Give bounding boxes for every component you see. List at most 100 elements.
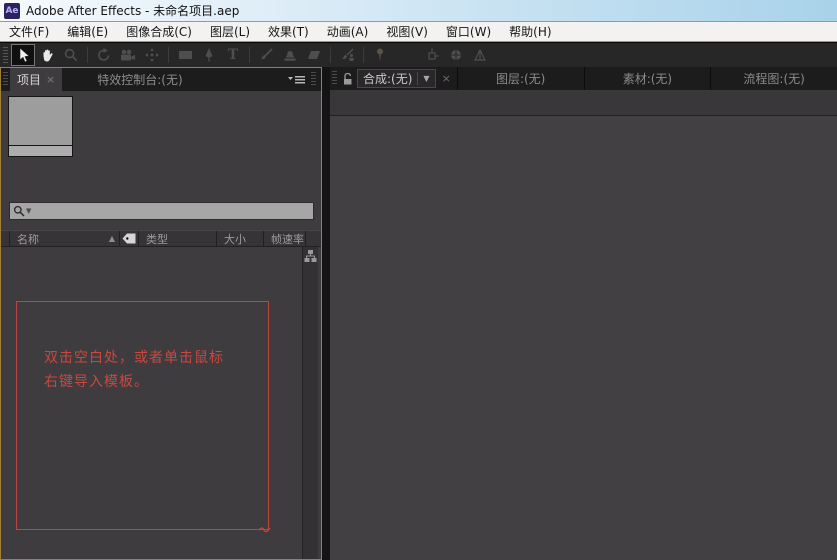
pan-behind-tool[interactable] — [141, 45, 163, 65]
brush-icon — [261, 48, 273, 60]
panel-grip[interactable] — [311, 72, 316, 87]
project-panel-tabstrip: 项目 × 特效控制台:(无) — [1, 68, 321, 91]
axis-local-button[interactable] — [421, 45, 443, 65]
toolbar-grip[interactable] — [3, 47, 8, 63]
toolbar-separator — [249, 47, 250, 63]
eraser-tool[interactable] — [303, 45, 325, 65]
column-label-color[interactable] — [119, 231, 138, 246]
search-icon — [13, 205, 25, 217]
tools-toolbar: T — [0, 42, 837, 67]
annotation-box — [16, 301, 271, 533]
pan-behind-icon — [145, 48, 159, 62]
menu-animation[interactable]: 动画(A) — [318, 22, 378, 41]
magnifier-icon — [64, 48, 78, 62]
camera-tool[interactable] — [117, 45, 139, 65]
flowchart-view-button[interactable] — [304, 249, 317, 268]
column-type[interactable]: 类型 — [138, 231, 216, 246]
panel-menu-button[interactable] — [284, 68, 309, 91]
project-search-bar: ▼ — [9, 202, 314, 220]
composition-panel: 合成:(无) ▼ × 图层:(无) 素材:(无) 流程图:(无) — [330, 67, 837, 560]
pen-tool[interactable] — [198, 45, 220, 65]
column-name[interactable]: 名称 ▲ — [9, 231, 119, 246]
tab-layer-label: 图层:(无) — [495, 72, 546, 86]
selection-tool[interactable] — [11, 44, 35, 66]
roto-brush-icon — [341, 48, 354, 61]
selection-arrow-icon — [19, 47, 30, 63]
menu-composition[interactable]: 图像合成(C) — [117, 22, 201, 41]
tab-footage[interactable]: 素材:(无) — [583, 67, 711, 90]
tab-flowchart-label: 流程图:(无) — [743, 72, 805, 86]
zoom-tool[interactable] — [60, 45, 82, 65]
rectangle-mask-tool[interactable] — [174, 45, 196, 65]
clone-stamp-icon — [284, 50, 296, 61]
clone-stamp-tool[interactable] — [279, 45, 301, 65]
tab-effect-controls-label: 特效控制台:(无) — [97, 73, 183, 87]
tag-icon — [122, 233, 136, 244]
import-hint-line2: 右键导入模板。 — [44, 374, 149, 390]
panel-grip[interactable] — [3, 72, 8, 87]
column-size-label: 大小 — [224, 232, 246, 246]
workspace: 项目 × 特效控制台:(无) ▼ 名称 ▲ 类型 大小 帧速率 双击空白处，或者… — [0, 67, 837, 560]
tab-composition[interactable]: 合成:(无) ▼ — [357, 69, 436, 88]
app-icon: Ae — [4, 2, 20, 19]
hand-tool[interactable] — [36, 45, 58, 65]
column-frame-rate-label: 帧速率 — [271, 232, 304, 246]
viewer-header-band — [330, 90, 837, 116]
viewer-dropdown-icon[interactable]: ▼ — [423, 74, 429, 83]
menu-edit[interactable]: 编辑(E) — [58, 22, 117, 41]
tab-project[interactable]: 项目 × — [10, 68, 63, 91]
axis-world-button[interactable] — [445, 45, 467, 65]
panel-menu-icon — [288, 75, 305, 83]
menu-layer[interactable]: 图层(L) — [201, 22, 259, 41]
type-tool-icon: T — [227, 47, 239, 63]
tab-flowchart[interactable]: 流程图:(无) — [710, 67, 837, 90]
view-axis-icon — [474, 48, 486, 61]
brush-tool[interactable] — [255, 45, 277, 65]
tab-composition-close[interactable]: × — [436, 67, 457, 90]
sort-ascending-icon: ▲ — [108, 234, 115, 243]
search-input[interactable] — [31, 202, 310, 220]
tab-effect-controls[interactable]: 特效控制台:(无) — [90, 68, 189, 91]
column-frame-rate[interactable]: 帧速率 — [263, 231, 305, 246]
unlocked-padlock-icon — [344, 72, 352, 84]
flowchart-icon — [304, 250, 317, 262]
import-hint-line1: 双击空白处，或者单击鼠标 — [44, 350, 224, 366]
tab-layer[interactable]: 图层:(无) — [456, 67, 584, 90]
menu-window[interactable]: 窗口(W) — [437, 22, 500, 41]
rotate-icon — [98, 48, 110, 61]
menu-help[interactable]: 帮助(H) — [500, 22, 560, 41]
preview-thumbnail-strip — [9, 145, 72, 156]
rectangle-icon — [178, 51, 192, 59]
panel-grip[interactable] — [332, 71, 337, 86]
window-title: Adobe After Effects - 未命名项目.aep — [26, 4, 240, 18]
menu-effect[interactable]: 效果(T) — [259, 22, 318, 41]
column-size[interactable]: 大小 — [216, 231, 263, 246]
window-titlebar[interactable]: Ae Adobe After Effects - 未命名项目.aep — [0, 0, 837, 22]
menu-view[interactable]: 视图(V) — [377, 22, 437, 41]
toolbar-separator — [168, 47, 169, 63]
puppet-pin-tool[interactable] — [369, 45, 391, 65]
column-name-label: 名称 — [17, 232, 39, 246]
pen-icon — [205, 48, 213, 62]
hand-icon — [43, 49, 53, 61]
viewer-lock-button[interactable] — [339, 67, 357, 90]
toolbar-separator — [330, 47, 331, 63]
column-type-label: 类型 — [146, 232, 168, 246]
menu-bar: 文件(F) 编辑(E) 图像合成(C) 图层(L) 效果(T) 动画(A) 视图… — [0, 22, 837, 42]
project-panel: 项目 × 特效控制台:(无) ▼ 名称 ▲ 类型 大小 帧速率 双击空白处，或者… — [0, 67, 322, 560]
axis-view-button[interactable] — [469, 45, 491, 65]
puppet-pin-icon — [377, 48, 383, 62]
viewer-empty-area[interactable] — [330, 116, 837, 560]
tab-divider — [417, 72, 419, 85]
project-list-header: 名称 ▲ 类型 大小 帧速率 — [1, 230, 321, 247]
camera-icon — [121, 49, 135, 60]
type-tool[interactable]: T — [222, 45, 244, 65]
roto-brush-tool[interactable] — [336, 45, 358, 65]
rotation-tool[interactable] — [93, 45, 115, 65]
project-list-scrollbar[interactable] — [302, 247, 318, 559]
close-icon[interactable]: × — [46, 73, 55, 86]
viewer-tabstrip: 合成:(无) ▼ × 图层:(无) 素材:(无) 流程图:(无) — [330, 67, 837, 90]
menu-file[interactable]: 文件(F) — [0, 22, 58, 41]
local-axis-icon — [428, 48, 439, 60]
toolbar-separator — [87, 47, 88, 63]
